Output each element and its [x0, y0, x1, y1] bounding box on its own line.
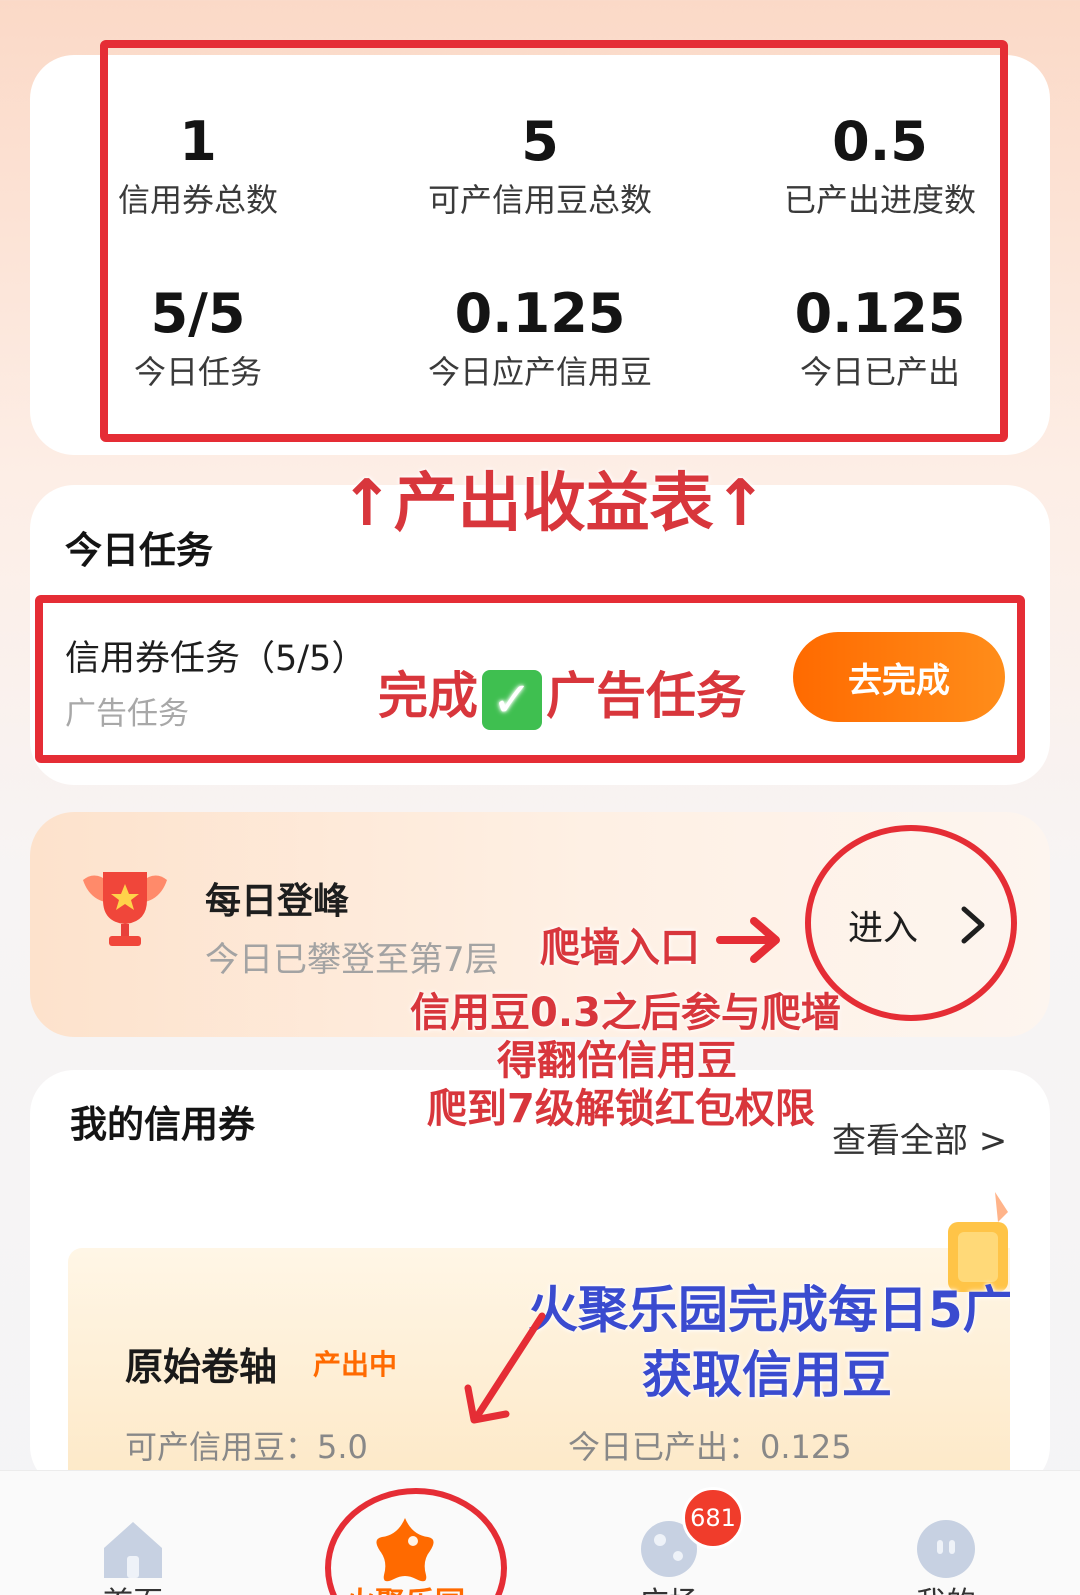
voucher-producible: 可产信用豆：5.0	[125, 1428, 368, 1466]
stats-caption: ↑产出收益表↑	[340, 467, 768, 541]
trophy-icon	[83, 872, 167, 946]
notification-badge: 681	[682, 1487, 744, 1549]
home-icon[interactable]	[100, 1518, 166, 1578]
arrow-right-icon	[716, 917, 780, 963]
task-note-before: 完成	[378, 667, 478, 725]
park-note-line1: 火聚乐园完成每日5广	[528, 1281, 1010, 1339]
voucher-status: 产出中	[313, 1348, 398, 1381]
my-vouchers-title: 我的信用券	[70, 1103, 255, 1146]
park-note-line2: 获取信用豆	[642, 1346, 892, 1404]
profile-icon[interactable]	[915, 1518, 977, 1580]
today-tasks-title: 今日任务	[65, 529, 213, 572]
view-all-link[interactable]: 查看全部 >	[832, 1113, 1007, 1162]
task-note: 完成 ✓ 广告任务	[378, 656, 746, 730]
daily-climb-subtitle: 今日已攀登至第7层	[205, 940, 499, 980]
climb-note-line3: 爬到7级解锁红包权限	[427, 1086, 815, 1132]
voucher-produced-today: 今日已产出：0.125	[568, 1428, 852, 1466]
voucher-name: 原始卷轴	[125, 1345, 278, 1389]
climb-entry-note: 爬墙入口	[540, 925, 700, 971]
daily-climb-title: 每日登峰	[205, 881, 350, 922]
stats-highlight-box	[100, 40, 1008, 442]
nav-home-label[interactable]: 首页	[53, 1578, 213, 1595]
check-mark-icon: ✓	[482, 669, 542, 730]
arrow-down-left-icon	[464, 1312, 546, 1424]
nav-plaza-label[interactable]: 广场	[589, 1578, 749, 1595]
task-note-after: 广告任务	[546, 667, 746, 725]
nav-profile-label[interactable]: 我的	[866, 1578, 1026, 1595]
